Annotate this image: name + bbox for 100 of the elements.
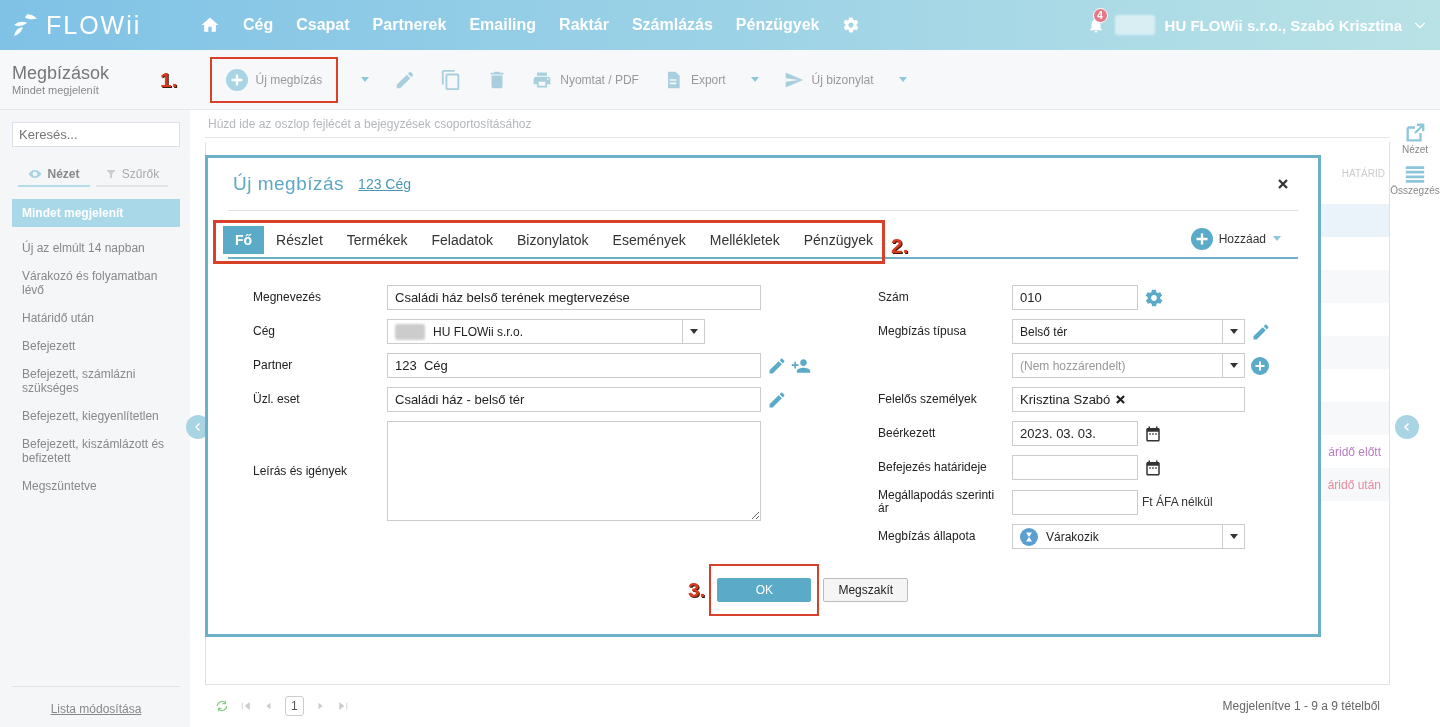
logo-icon (12, 12, 38, 38)
field-label: Felelős személyek (878, 393, 978, 406)
calendar-icon (1144, 424, 1162, 443)
view-item[interactable]: Befejezett, számlázni szükséges (12, 367, 180, 395)
toolbar-button[interactable]: Új megbízás (211, 58, 337, 101)
field-label: Megállapodás szerinti ár (878, 489, 996, 515)
calendar-icon (1144, 458, 1162, 477)
caret-icon[interactable] (897, 76, 908, 83)
toolbar-button[interactable]: Nyomtat / PDF (532, 69, 639, 90)
remove-icon[interactable] (1116, 395, 1126, 404)
page-title: Megbízások (12, 63, 111, 84)
gear-icon (842, 16, 861, 34)
view-item[interactable]: Várakozó és folyamatban lévő (12, 269, 180, 297)
list-icon (1404, 163, 1426, 185)
nav-link[interactable]: Partnerek (372, 16, 447, 34)
text-field[interactable]: 010 (1012, 285, 1138, 310)
plus-circle-icon (1190, 228, 1213, 250)
nav-link[interactable]: Emailing (469, 16, 537, 34)
dialog-title: Új megbízás (233, 173, 345, 195)
page-subtitle: Mindet megjelenít (12, 84, 100, 96)
first-page-icon (241, 701, 251, 711)
status-text: áridő előtt (1328, 444, 1381, 459)
nav-link[interactable]: Csapat (296, 16, 350, 34)
rail-button[interactable]: Nézet (1401, 122, 1429, 155)
sidebar-tab[interactable]: Szűrők (96, 163, 168, 187)
field-label: Szám (878, 291, 910, 304)
view-item[interactable]: Befejezett (12, 339, 180, 353)
collapse-panel-button[interactable] (1395, 415, 1419, 439)
plus-circle-icon (1251, 356, 1269, 375)
external-link-icon (1404, 122, 1426, 144)
company-link[interactable]: 123 Cég (358, 176, 412, 192)
date-field[interactable]: 2023. 03. 03. (1012, 421, 1138, 446)
app-logo[interactable]: FLOWii (46, 10, 142, 40)
dialog-tab[interactable]: Termékek (334, 226, 420, 254)
field-label: Megbízás típusa (878, 325, 968, 338)
view-item[interactable]: Befejezett, kiegyenlítetlen (12, 409, 180, 423)
description-field[interactable] (387, 421, 761, 521)
dropdown-field[interactable]: (Nem hozzárendelt) (1012, 353, 1245, 378)
pager-summary: Megjelenítve 1 - 9 a 9 tételből (1222, 699, 1380, 713)
nav-link[interactable]: Cég (243, 16, 274, 34)
rail-button[interactable]: Összegzés (1390, 163, 1440, 196)
plus-circle-icon (225, 68, 248, 91)
step-marker: 3. (687, 578, 706, 602)
dialog-button[interactable]: OK (717, 578, 812, 602)
dialog-tab[interactable]: Bizonylatok (504, 226, 601, 254)
text-field[interactable] (1012, 489, 1138, 515)
group-hint: Húzd ide az oszlop fejlécét a bejegyzések csoportosításához (205, 110, 1390, 138)
page-number[interactable]: 1 (285, 696, 304, 716)
eye-icon (28, 167, 43, 181)
caret-icon[interactable] (360, 76, 371, 83)
dropdown-field[interactable]: Várakozik (1012, 524, 1245, 549)
search-field[interactable]: Keresés... (12, 122, 180, 147)
caret-icon (1228, 362, 1239, 369)
dropdown-field[interactable]: Belső tér (1012, 319, 1245, 344)
field-label: Üzl. eset (253, 393, 301, 406)
toolbar-button[interactable]: Export (662, 69, 726, 90)
view-item[interactable]: Határidő után (12, 311, 180, 325)
dialog-tab[interactable]: Részlet (264, 226, 335, 254)
last-page-icon (337, 701, 348, 711)
text-field[interactable]: Családi ház - belső tér (387, 387, 761, 412)
field-label: Leírás és igények (253, 464, 349, 478)
status-text: áridő után (1327, 477, 1381, 492)
person-tag: Krisztina Szabó (1020, 392, 1111, 407)
field-label: Partner (253, 359, 294, 372)
field-label: Megnevezés (253, 291, 323, 304)
dialog-tab[interactable]: Pénzügyek (791, 226, 886, 254)
filter-icon (104, 168, 117, 180)
dialog-tab[interactable]: Feladatok (419, 226, 505, 254)
field-label: Beérkezett (878, 427, 937, 440)
field-label: Megbízás állapota (878, 530, 977, 543)
home-icon (200, 15, 220, 35)
field-label: Cég (253, 325, 276, 338)
close-icon[interactable] (1278, 179, 1288, 189)
people-field[interactable]: Krisztina Szabó (1012, 387, 1245, 412)
step-marker: 1. (160, 67, 178, 92)
dialog-button[interactable]: Megszakít (823, 578, 909, 602)
dropdown-field[interactable]: HU FLOWii s.r.o. (387, 319, 705, 344)
gear-icon (1144, 287, 1164, 308)
toolbar-button[interactable]: Új bizonylat (783, 69, 874, 90)
dialog-tab[interactable]: Fő (223, 226, 265, 254)
refresh-icon (215, 699, 229, 713)
hourglass-icon (1020, 527, 1038, 546)
unit-label: Ft ÁFA nélkül (1142, 495, 1213, 509)
date-field[interactable] (1012, 455, 1138, 480)
dialog-tab[interactable]: Mellékletek (697, 226, 792, 254)
caret-icon (1228, 533, 1239, 540)
text-field[interactable]: Családi ház belső terének megtervezése (387, 285, 761, 310)
edit-list-link[interactable]: Lista módosítása (50, 702, 142, 716)
dialog-tab[interactable]: Események (600, 226, 698, 254)
view-item[interactable]: Új az elmúlt 14 napban (12, 241, 180, 255)
view-item[interactable]: Befejezett, kiszámlázott és befizetett (12, 437, 180, 465)
caret-icon[interactable] (749, 76, 760, 83)
step-marker: 2. (891, 234, 909, 258)
notification-badge: 4 (1092, 8, 1108, 23)
field-label: Befejezés határideje (878, 461, 988, 474)
redacted-area (1114, 15, 1155, 35)
view-item[interactable]: Megszüntetve (12, 479, 180, 493)
text-field[interactable]: 123 Cég (387, 353, 761, 378)
add-button[interactable]: Hozzáad (1184, 227, 1288, 251)
sidebar-tab[interactable]: Nézet (18, 163, 90, 187)
